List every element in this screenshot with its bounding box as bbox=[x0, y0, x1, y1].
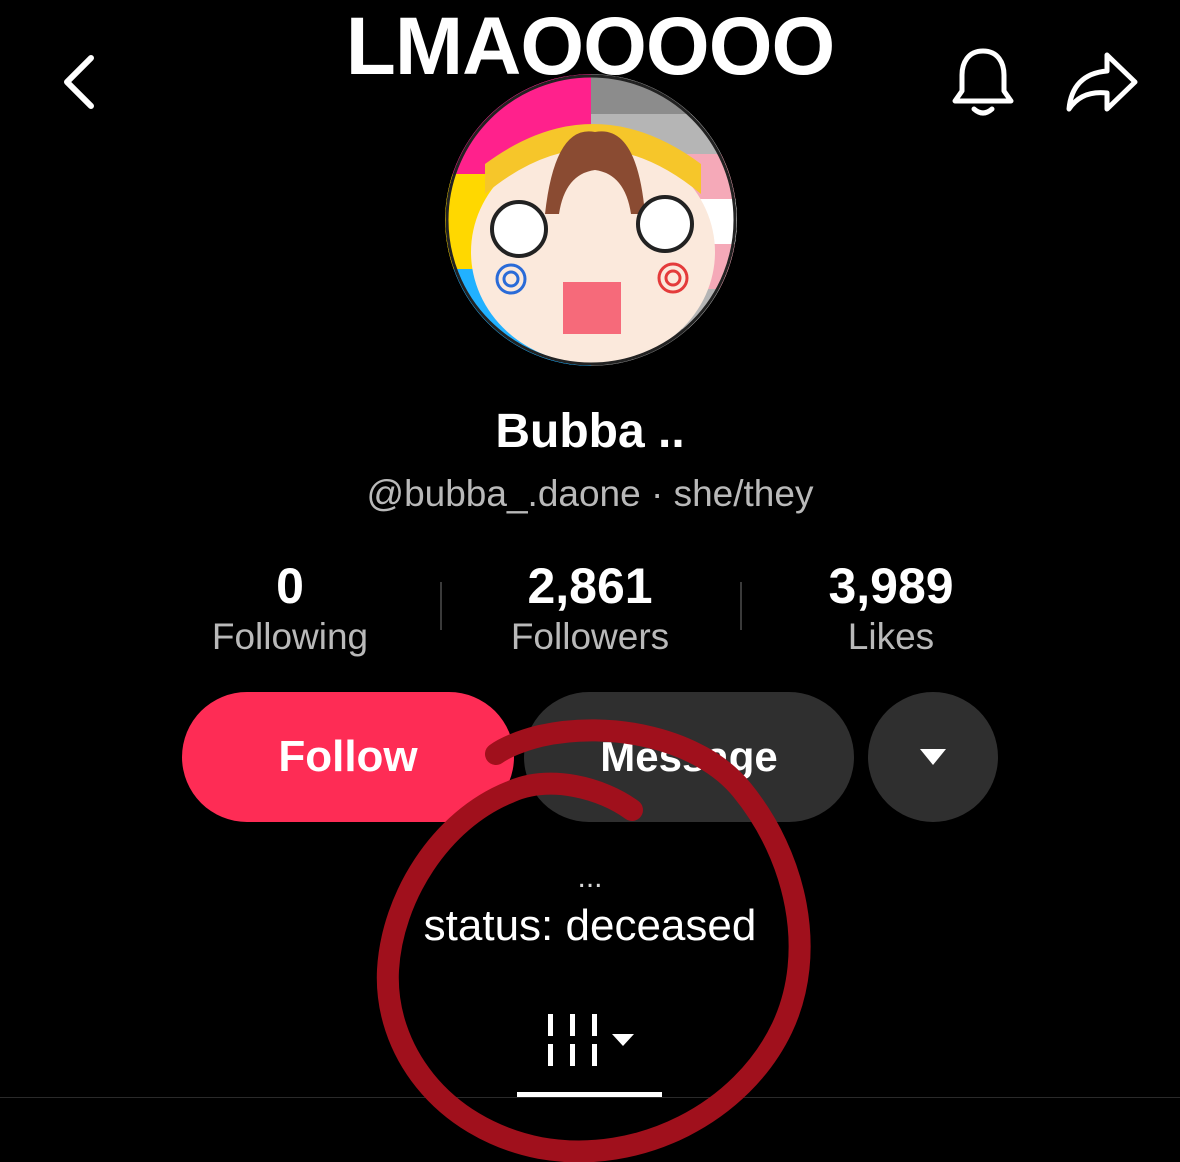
stat-likes[interactable]: 3,989 Likes bbox=[741, 556, 1041, 660]
grid-bars-icon bbox=[548, 1014, 634, 1066]
stat-following[interactable]: 0 Following bbox=[140, 556, 440, 660]
stat-following-value: 0 bbox=[276, 558, 304, 614]
chevron-left-icon bbox=[64, 55, 94, 109]
more-options-button[interactable] bbox=[868, 692, 998, 822]
caret-down-icon bbox=[920, 749, 946, 765]
avatar[interactable] bbox=[445, 74, 737, 366]
stat-followers-label: Followers bbox=[510, 616, 670, 657]
message-button[interactable]: Message bbox=[524, 692, 854, 822]
stat-followers[interactable]: 2,861 Followers bbox=[440, 556, 740, 660]
stat-likes-value: 3,989 bbox=[828, 558, 954, 614]
bio-text: status: deceased bbox=[423, 901, 757, 950]
display-name: Bubba .. bbox=[495, 405, 685, 458]
share-arrow-icon bbox=[1066, 52, 1138, 112]
bio-ellipsis: ... bbox=[577, 861, 603, 894]
back-button[interactable] bbox=[44, 44, 114, 120]
stat-following-label: Following bbox=[211, 616, 369, 657]
share-button[interactable] bbox=[1056, 42, 1146, 122]
tab-videos[interactable] bbox=[540, 1008, 640, 1074]
stat-likes-label: Likes bbox=[847, 616, 935, 657]
tab-bar-divider bbox=[0, 1097, 1180, 1098]
notification-button[interactable] bbox=[942, 40, 1024, 124]
bell-icon bbox=[952, 48, 1014, 116]
follow-button[interactable]: Follow bbox=[182, 692, 514, 822]
handle-pronouns: @bubba_.daone · she/they bbox=[366, 473, 814, 514]
stat-followers-value: 2,861 bbox=[527, 558, 653, 614]
